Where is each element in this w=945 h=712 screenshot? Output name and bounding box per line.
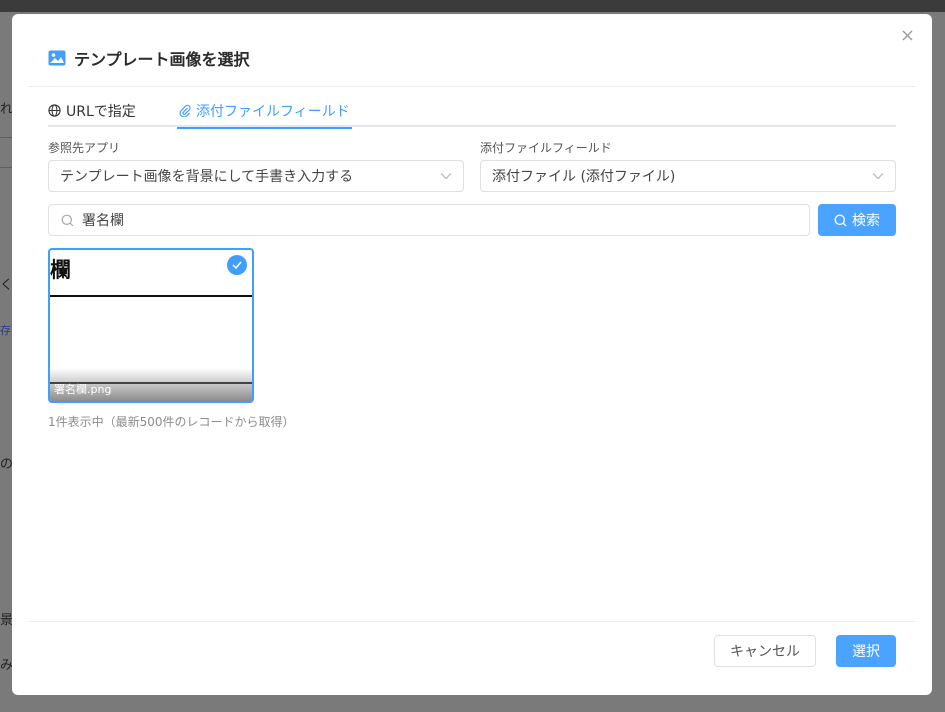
top-bar (0, 0, 945, 12)
search-icon (834, 214, 847, 226)
image-filename: 署名欄.png (54, 383, 112, 396)
app-select-value: テンプレート画像を背景にして手書き入力する (60, 169, 354, 185)
paperclip-icon (179, 104, 191, 117)
globe-icon (48, 104, 61, 117)
image-icon (48, 50, 66, 66)
close-icon (902, 30, 912, 40)
image-card[interactable]: 欄 署名欄.png (48, 248, 254, 403)
header-divider (28, 86, 916, 87)
background-link: 存 (0, 324, 11, 337)
chevron-down-icon (440, 170, 452, 182)
dialog-header: テンプレート画像を選択 (48, 47, 250, 69)
search-icon (61, 214, 74, 226)
image-preview-line (50, 295, 252, 297)
search-input[interactable]: 署名欄 (48, 204, 810, 236)
select-template-dialog: テンプレート画像を選択 URLで指定 添付ファイルフィールド 参照先アプリ テン… (12, 14, 932, 695)
search-button[interactable]: 検索 (818, 204, 896, 236)
attachment-field-select[interactable]: 添付ファイル (添付ファイル) (480, 160, 896, 192)
check-icon (227, 255, 247, 275)
result-count-note: 1件表示中（最新500件のレコードから取得） (48, 415, 295, 429)
dialog-title: テンプレート画像を選択 (74, 50, 250, 69)
tab-attachment-label: 添付ファイルフィールド (196, 103, 350, 120)
attachment-field-value: 添付ファイル (添付ファイル) (492, 169, 676, 185)
footer-divider (28, 621, 916, 622)
image-preview-text: 欄 (50, 258, 71, 282)
select-button[interactable]: 選択 (836, 635, 896, 667)
search-button-label: 検索 (852, 213, 880, 229)
app-label: 参照先アプリ (48, 141, 121, 155)
chevron-down-icon (872, 170, 884, 182)
field-label: 添付ファイルフィールド (480, 141, 612, 155)
tab-url[interactable]: URLで指定 (48, 94, 136, 127)
tab-url-label: URLで指定 (66, 103, 136, 120)
app-select[interactable]: テンプレート画像を背景にして手書き入力する (48, 160, 464, 192)
search-input-value: 署名欄 (82, 213, 124, 229)
tab-attachment-field[interactable]: 添付ファイルフィールド (177, 94, 352, 129)
cancel-button[interactable]: キャンセル (714, 635, 816, 667)
source-tabs: URLで指定 添付ファイルフィールド (48, 94, 896, 129)
close-button[interactable] (898, 26, 916, 44)
